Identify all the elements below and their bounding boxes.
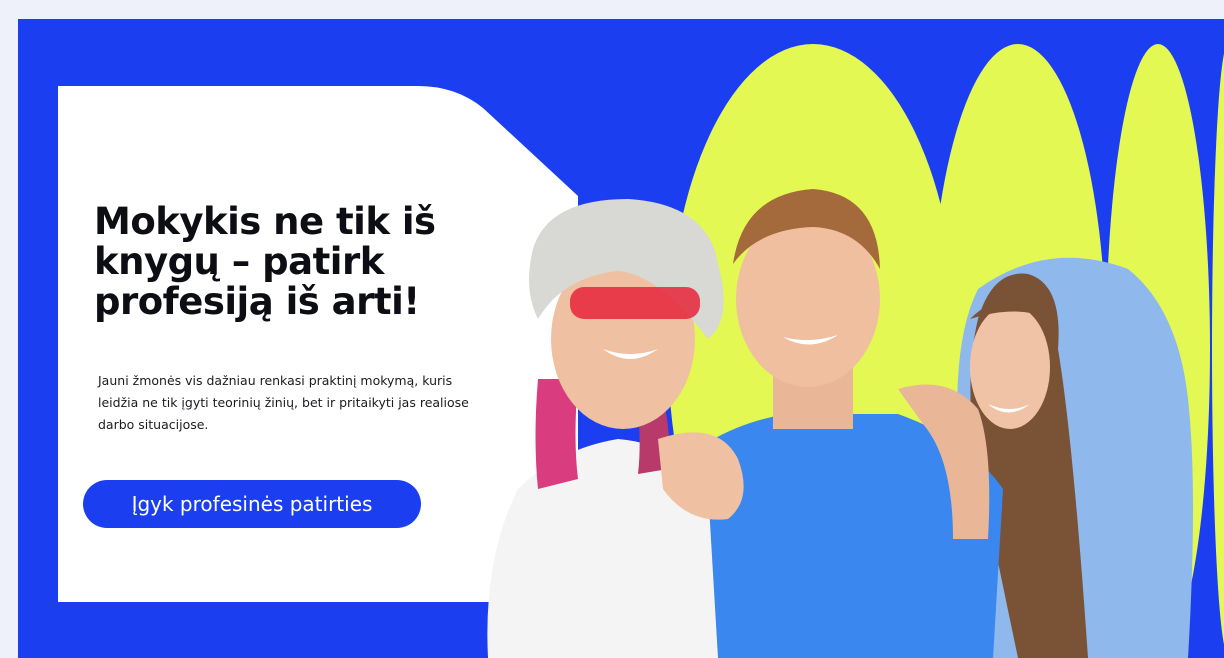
hero-banner: Mokykis ne tik iš knygų – patirk profesi…	[18, 19, 1224, 658]
hero-headline: Mokykis ne tik iš knygų – patirk profesi…	[94, 200, 436, 323]
girl-in-bucket-hat	[487, 199, 744, 658]
get-experience-button[interactable]: Įgyk profesinės patirties	[83, 480, 421, 528]
hero-description: Jauni žmonės vis dažniau renkasi praktin…	[98, 373, 469, 432]
three-teenagers-smiling-photo	[487, 189, 1193, 658]
